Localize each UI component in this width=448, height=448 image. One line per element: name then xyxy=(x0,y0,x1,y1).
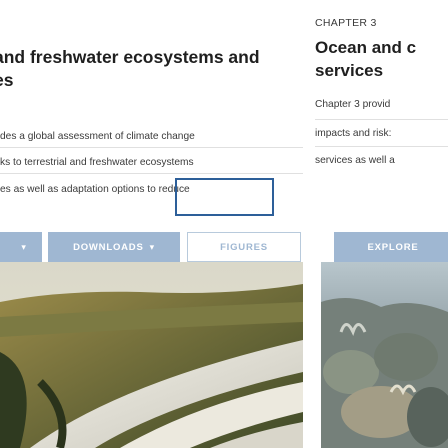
chapter-description-line: impacts and risk: xyxy=(315,128,392,139)
chevron-down-icon: ▾ xyxy=(21,241,27,252)
chapter-description-line: des a global assessment of climate chang… xyxy=(0,131,195,142)
chapter-image-river[interactable] xyxy=(0,262,303,448)
chapter-title-line1: and freshwater ecosystems and xyxy=(0,47,260,67)
divider xyxy=(315,119,448,120)
chapter-title-line2: es xyxy=(0,70,14,90)
chapter-description-line: ks to terrestrial and freshwater ecosyst… xyxy=(0,157,194,168)
chevron-down-icon: ▾ xyxy=(149,241,155,252)
divider xyxy=(0,147,303,148)
figures-button[interactable]: FIGURES xyxy=(187,232,301,262)
chapter-description-line: es as well as adaptation options to redu… xyxy=(0,184,190,195)
chapter-image-coral[interactable] xyxy=(321,262,448,448)
downloads-button[interactable]: DOWNLOADS ▾ xyxy=(48,232,180,262)
page: and freshwater ecosystems and es des a g… xyxy=(0,0,448,448)
chapter-title[interactable]: and freshwater ecosystems and xyxy=(0,46,260,69)
coral-reef-image xyxy=(321,262,448,448)
figures-label: FIGURES xyxy=(220,241,268,253)
explore-button[interactable]: EXPLORE xyxy=(334,232,448,262)
river-landscape-image xyxy=(0,262,303,448)
chapter-label: CHAPTER 3 xyxy=(315,17,377,29)
chapter-description-line: Chapter 3 provid xyxy=(315,99,391,110)
chapter-title-line1[interactable]: Ocean and c xyxy=(315,38,416,58)
chapter-title-line2: services xyxy=(315,61,384,80)
divider xyxy=(315,146,448,147)
divider xyxy=(0,173,303,174)
explore-label: EXPLORE xyxy=(367,241,419,253)
focus-outline xyxy=(175,178,274,216)
downloads-label: DOWNLOADS xyxy=(73,241,144,253)
partial-action-button[interactable]: ▾ xyxy=(0,232,42,262)
chapter-description-line: services as well a xyxy=(315,155,395,166)
